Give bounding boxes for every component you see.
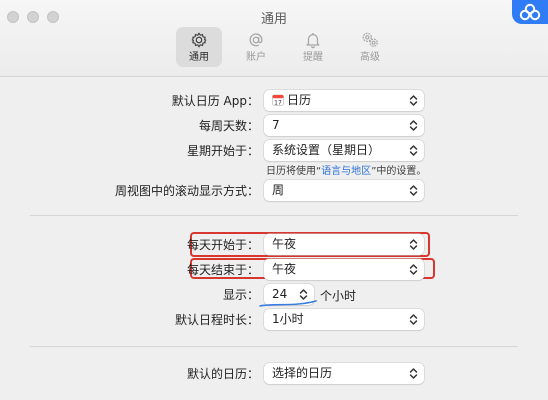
titlebar: 通用 通用 账户 提醒 高级 [0, 0, 548, 77]
week-start-hint-row: 日历将使用“语言与地区”中的设置。 [0, 162, 548, 177]
at-icon [249, 33, 263, 47]
days-per-week-row: 每周天数： 7 [0, 115, 548, 137]
days-per-week-value: 7 [272, 118, 280, 132]
section-divider [30, 346, 518, 347]
day-start-label: 每天开始于： [186, 238, 259, 252]
tab-alerts[interactable]: 提醒 [290, 27, 336, 67]
show-hours-row: 显示： 24 个小时 [0, 284, 548, 307]
calendar-app-icon: 17 [272, 94, 284, 106]
day-end-row: 每天结束于： 午夜 [0, 259, 548, 281]
scroll-mode-label: 周视图中的滚动显示方式： [114, 184, 259, 198]
bell-icon [306, 32, 320, 49]
tab-general-label: 通用 [189, 52, 209, 63]
tab-accounts[interactable]: 账户 [233, 27, 279, 67]
language-region-link[interactable]: 语言与地区 [321, 166, 371, 177]
scroll-mode-select[interactable]: 周 [264, 180, 424, 201]
gear-icon [191, 32, 207, 48]
gears-icon [362, 32, 378, 47]
chevron-updown-icon [409, 120, 418, 131]
chevron-updown-icon [409, 185, 418, 196]
tab-alerts-label: 提醒 [303, 52, 323, 63]
tab-accounts-label: 账户 [246, 52, 266, 63]
hint-prefix: 日历将使用“ [266, 166, 322, 177]
week-start-value: 系统设置（星期日） [272, 143, 381, 157]
show-hours-label: 显示： [222, 288, 259, 302]
tab-advanced-label: 高级 [360, 52, 380, 63]
default-app-row: 默认日历 App： 17 日历 [0, 90, 548, 112]
chevron-updown-icon [409, 314, 418, 325]
default-app-label: 默认日历 App： [171, 94, 259, 108]
default-calendar-row: 默认的日历： 选择的日历 [0, 363, 548, 385]
chevron-updown-icon [409, 145, 418, 156]
preferences-toolbar: 通用 账户 提醒 高级 [176, 27, 393, 67]
chevron-updown-icon [409, 264, 418, 275]
chevron-updown-icon [409, 239, 418, 250]
week-start-row: 星期开始于： 系统设置（星期日） [0, 140, 548, 162]
default-calendar-select[interactable]: 选择的日历 [264, 363, 424, 384]
day-start-row: 每天开始于： 午夜 [0, 234, 548, 256]
default-duration-value: 1小时 [272, 312, 304, 326]
settings-pane: 默认日历 App： 17 日历 每周天数： 7 星期开始于： 系统设置（星期日）… [0, 77, 548, 400]
blue-annotation-underline [259, 300, 317, 307]
window-title: 通用 [260, 12, 287, 27]
section-divider [30, 215, 518, 216]
day-start-select[interactable]: 午夜 [264, 234, 424, 255]
chevron-updown-icon [409, 95, 418, 106]
default-duration-row: 默认日程时长： 1小时 [0, 309, 548, 331]
cloud-sync-badge[interactable] [512, 0, 548, 24]
show-hours-value: 24 [272, 287, 288, 301]
week-start-label: 星期开始于： [186, 144, 259, 158]
default-calendar-label: 默认的日历： [186, 367, 259, 381]
calendar-preferences-window: 通用 通用 账户 提醒 高级 默认日历 App： 17 日历 每周天数： 7 星… [0, 0, 548, 400]
day-end-label: 每天结束于： [186, 263, 259, 277]
day-end-select[interactable]: 午夜 [264, 259, 424, 280]
day-start-value: 午夜 [272, 237, 297, 251]
week-start-hint: 日历将使用“语言与地区”中的设置。 [266, 162, 426, 177]
default-duration-select[interactable]: 1小时 [264, 309, 424, 330]
tab-general[interactable]: 通用 [176, 27, 222, 67]
default-app-value: 日历 [287, 93, 312, 107]
day-end-value: 午夜 [272, 262, 297, 276]
default-duration-label: 默认日程时长： [174, 313, 259, 327]
scroll-mode-value: 周 [272, 183, 285, 197]
default-calendar-value: 选择的日历 [272, 366, 333, 380]
chevron-updown-icon [409, 368, 418, 379]
scroll-mode-row: 周视图中的滚动显示方式： 周 [0, 180, 548, 202]
hint-suffix: ”中的设置。 [371, 166, 427, 177]
show-hours-suffix: 个小时 [320, 289, 357, 303]
tab-advanced[interactable]: 高级 [347, 27, 393, 67]
days-per-week-label: 每周天数： [198, 119, 259, 133]
week-start-select[interactable]: 系统设置（星期日） [264, 140, 424, 161]
default-app-select[interactable]: 17 日历 [264, 90, 424, 111]
cloud-sync-icon [519, 3, 541, 21]
days-per-week-select[interactable]: 7 [264, 115, 424, 136]
svg-text:17: 17 [274, 99, 282, 106]
